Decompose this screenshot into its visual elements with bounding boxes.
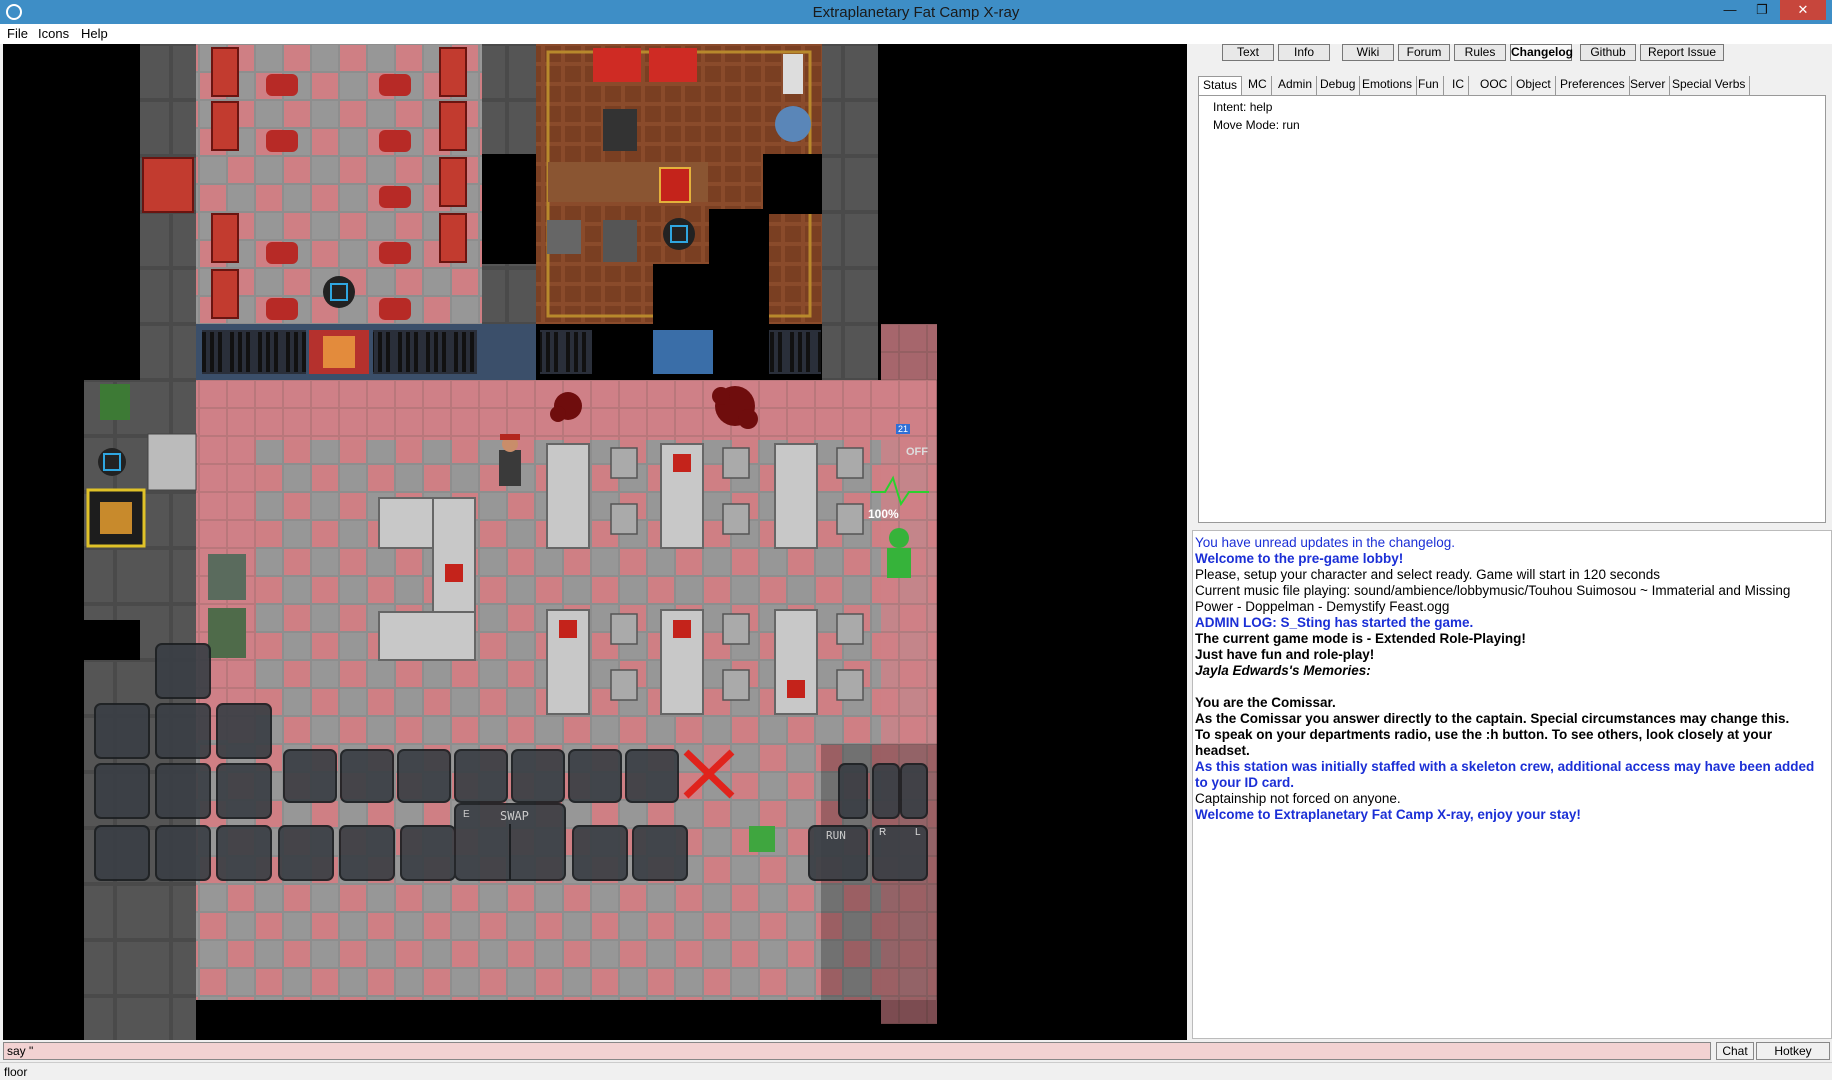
chat-line: Welcome to Extraplanetary Fat Camp X-ray… [1195,807,1581,822]
tab-ooc[interactable]: OOC [1476,76,1513,95]
tab-preferences[interactable]: Preferences [1556,76,1630,95]
menu-help[interactable]: Help [81,26,108,41]
equip-key-label: E [463,809,470,820]
admin-log-text: S_Sting has started the game. [1280,615,1474,630]
status-bar: floor [0,1062,1832,1080]
tank-pressure: 21 [896,424,911,434]
tab-ic[interactable]: IC [1448,76,1469,95]
text-button[interactable]: Text [1222,44,1274,61]
wiki-button[interactable]: Wiki [1342,44,1394,61]
hand-left-label: L [915,827,921,838]
minimize-button[interactable]: — [1716,0,1744,20]
tab-mc[interactable]: MC [1244,76,1272,95]
chat-line: Current music file playing: sound/ambien… [1195,583,1791,614]
tab-server[interactable]: Server [1626,76,1671,95]
right-panel: Text Info Wiki Forum Rules Changelog Git… [1192,44,1832,1039]
swap-hands-label[interactable]: SWAP [500,809,529,823]
admin-log-prefix: ADMIN LOG: [1195,615,1281,630]
tab-debug[interactable]: Debug [1316,76,1361,95]
chat-line: The current game mode is - Extended Role… [1195,631,1526,646]
chat-line: ADMIN LOG: S_Sting has started the game. [1195,615,1829,631]
menu-bar: File Icons Help [0,24,1832,44]
forum-button[interactable]: Forum [1398,44,1450,61]
input-bar: Chat Hotkey Toggle [0,1040,1832,1074]
info-button[interactable]: Info [1278,44,1330,61]
tab-object[interactable]: Object [1512,76,1556,95]
chat-line: Jayla Edwards's Memories: [1195,663,1371,678]
intent-status: Intent: help [1213,100,1273,114]
title-bar: Extraplanetary Fat Camp X-ray — ❐ ✕ [0,0,1832,24]
changelog-button[interactable]: Changelog [1510,44,1573,61]
chat-line: As this station was initially staffed wi… [1195,759,1815,790]
status-panel: Intent: help Move Mode: run [1198,95,1826,523]
menu-file[interactable]: File [7,26,28,41]
chat-output[interactable]: You have unread updates in the changelog… [1192,530,1832,1039]
chat-line: Captainship not forced on anyone. [1195,791,1401,806]
internals-status[interactable]: OFF [906,446,928,458]
move-mode-status: Move Mode: run [1213,118,1300,132]
hotkey-toggle-button[interactable]: Hotkey Toggle [1756,1042,1830,1074]
hand-right-label: R [879,827,887,838]
chat-line: Welcome to the pre-game lobby! [1195,551,1404,566]
chat-line: You have unread updates in the changelog… [1195,535,1455,550]
window-title: Extraplanetary Fat Camp X-ray [812,4,1020,21]
tab-fun[interactable]: Fun [1414,76,1444,95]
game-map-viewport[interactable]: SWAP E RUN 100% OFF 21 R L [3,44,1187,1044]
tab-admin[interactable]: Admin [1274,76,1318,95]
chat-line: Just have fun and role-play! [1195,647,1375,662]
chat-line-blank [1195,679,1829,695]
chat-button[interactable]: Chat [1716,1042,1754,1060]
chat-line: As the Comissar you answer directly to t… [1195,711,1790,726]
chat-line: You are the Comissar. [1195,695,1336,710]
tab-emotions[interactable]: Emotions [1358,76,1418,95]
rules-button[interactable]: Rules [1454,44,1506,61]
command-input[interactable] [3,1042,1711,1060]
tab-special-verbs[interactable]: Special Verbs [1668,76,1751,95]
tab-status[interactable]: Status [1198,76,1243,95]
health-percent: 100% [868,507,899,521]
maximize-button[interactable]: ❐ [1748,0,1776,20]
chat-line: To speak on your departments radio, use … [1195,727,1773,758]
chat-line: Please, setup your character and select … [1195,567,1660,582]
report-issue-button[interactable]: Report Issue [1640,44,1724,61]
github-button[interactable]: Github [1580,44,1636,61]
run-toggle-label[interactable]: RUN [826,829,846,842]
close-button[interactable]: ✕ [1780,0,1826,20]
menu-icons[interactable]: Icons [38,26,69,41]
